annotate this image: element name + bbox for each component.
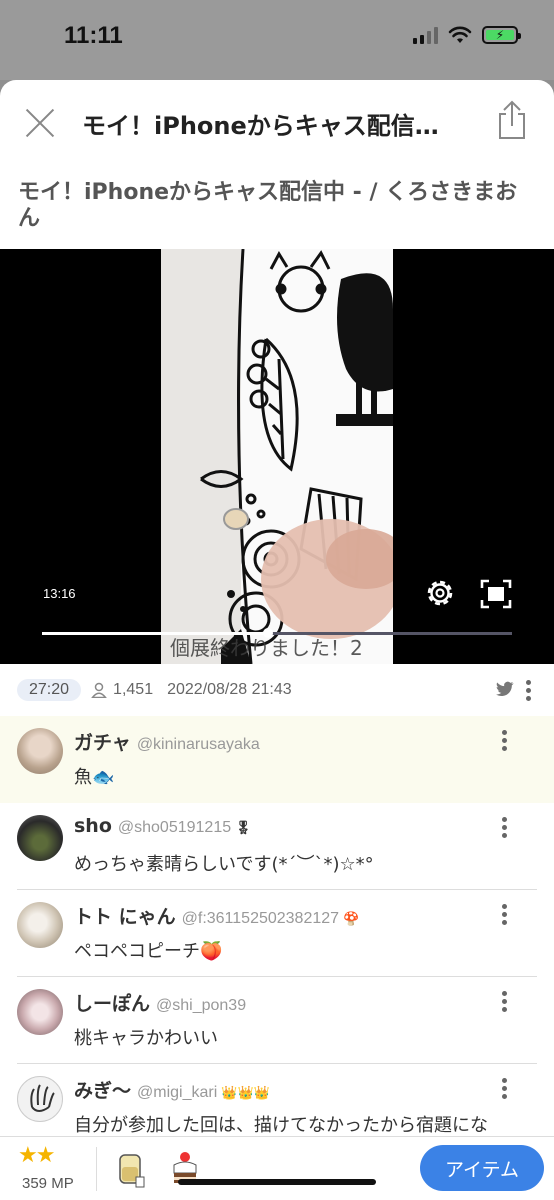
comment-text: 桃キャラかわいい <box>74 1028 218 1049</box>
wifi-icon <box>448 26 472 43</box>
avatar[interactable] <box>17 815 63 861</box>
more-icon[interactable] <box>502 904 508 926</box>
avatar[interactable] <box>17 728 63 774</box>
avatar[interactable] <box>17 902 63 948</box>
comment-row: トト にゃん @f:361152502382127 🍄 ペコペコピーチ🍑 <box>0 890 554 977</box>
viewer-count-value: 1,451 <box>113 681 154 698</box>
broadcast-sheet: モイ！iPhoneからキャス配信… モイ！iPhoneからキャス配信中 - / … <box>0 80 554 1200</box>
person-icon <box>91 682 107 698</box>
tea-gift-icon[interactable] <box>114 1149 146 1189</box>
comment-author: ガチャ @kininarusayaka <box>74 732 260 754</box>
video-progress-bar[interactable] <box>42 628 512 638</box>
comment-text: ペコペコピーチ🍑 <box>74 941 223 962</box>
more-icon[interactable] <box>502 730 508 752</box>
video-progress-fill <box>42 632 268 635</box>
video-frame <box>161 249 393 664</box>
points-value: 359 MP <box>22 1175 74 1192</box>
item-button[interactable]: アイテム <box>420 1145 544 1191</box>
status-icons: ⚡ <box>413 26 521 44</box>
more-icon[interactable] <box>502 817 508 839</box>
video-current-time: 13:16 <box>43 586 76 601</box>
twitter-icon[interactable] <box>496 681 514 697</box>
comment-author: sho @sho05191215 🎖 <box>74 815 252 837</box>
home-indicator <box>178 1179 376 1185</box>
avatar[interactable] <box>17 1076 63 1122</box>
comment-handle: @f:361152502382127 <box>181 910 340 927</box>
star-rating: ★★ <box>18 1143 55 1168</box>
nav-title: モイ！iPhoneからキャス配信… <box>82 112 439 140</box>
comment-handle: @kininarusayaka <box>136 736 260 753</box>
status-time: 11:11 <box>64 22 123 49</box>
comment-list: ガチャ @kininarusayaka 魚🐟 sho @sho05191215 🎖 め… <box>0 716 554 1151</box>
more-icon[interactable] <box>502 991 508 1013</box>
gear-icon[interactable] <box>424 577 456 609</box>
bottom-bar: ★★ 359 MP アイテム <box>0 1136 554 1200</box>
broadcast-meta: 27:20 1,451 2022/08/28 21:43 <box>0 664 554 716</box>
close-icon[interactable] <box>24 106 56 138</box>
comment-author: トト にゃん @f:361152502382127 🍄 <box>74 906 360 928</box>
comment-text: 魚🐟 <box>74 767 115 788</box>
comment-text: めっちゃ素晴らしいです(*´︶`*)☆*° <box>74 854 374 875</box>
comment-row: ガチャ @kininarusayaka 魚🐟 <box>0 716 554 803</box>
comment-author: みぎ〜 @migi_kari 👑👑👑 <box>74 1080 270 1102</box>
comment-row: sho @sho05191215 🎖 めっちゃ素晴らしいです(*´︶`*)☆*° <box>0 803 554 890</box>
comment-handle: @migi_kari <box>137 1084 218 1101</box>
viewer-count: 1,451 <box>91 681 153 699</box>
fullscreen-icon[interactable] <box>480 579 512 609</box>
video-player[interactable]: 13:16 個展終わりました！2 <box>0 249 554 664</box>
hand-drawing-icon <box>30 1084 55 1112</box>
medal-icon: 🎖 <box>235 821 252 836</box>
crown-icon: 👑👑👑 <box>221 1086 270 1101</box>
comment-handle: @sho05191215 <box>117 819 232 836</box>
duration-badge: 27:20 <box>17 679 82 701</box>
comment-row: しーぽん @shi_pon39 桃キャラかわいい <box>0 977 554 1064</box>
comment-handle: @shi_pon39 <box>156 997 247 1014</box>
video-progress-knob[interactable] <box>262 628 273 638</box>
avatar[interactable] <box>17 989 63 1035</box>
share-icon[interactable] <box>496 100 528 140</box>
more-icon[interactable] <box>502 1078 508 1100</box>
mushroom-icon: 🍄 <box>343 912 360 927</box>
page-title: モイ！iPhoneからキャス配信中 - / くろさきまおん <box>18 180 518 231</box>
battery-icon: ⚡ <box>482 26 521 44</box>
divider <box>96 1147 97 1191</box>
more-icon[interactable] <box>526 680 532 701</box>
signal-icon <box>413 26 438 44</box>
nav-bar: モイ！iPhoneからキャス配信… <box>0 80 554 164</box>
broadcast-datetime: 2022/08/28 21:43 <box>167 681 292 698</box>
comment-text: 自分が参加した回は、描けてなかったから宿題にな <box>74 1115 488 1136</box>
status-bar: 11:11 ⚡ <box>0 0 554 80</box>
comment-author: しーぽん @shi_pon39 <box>74 993 247 1015</box>
